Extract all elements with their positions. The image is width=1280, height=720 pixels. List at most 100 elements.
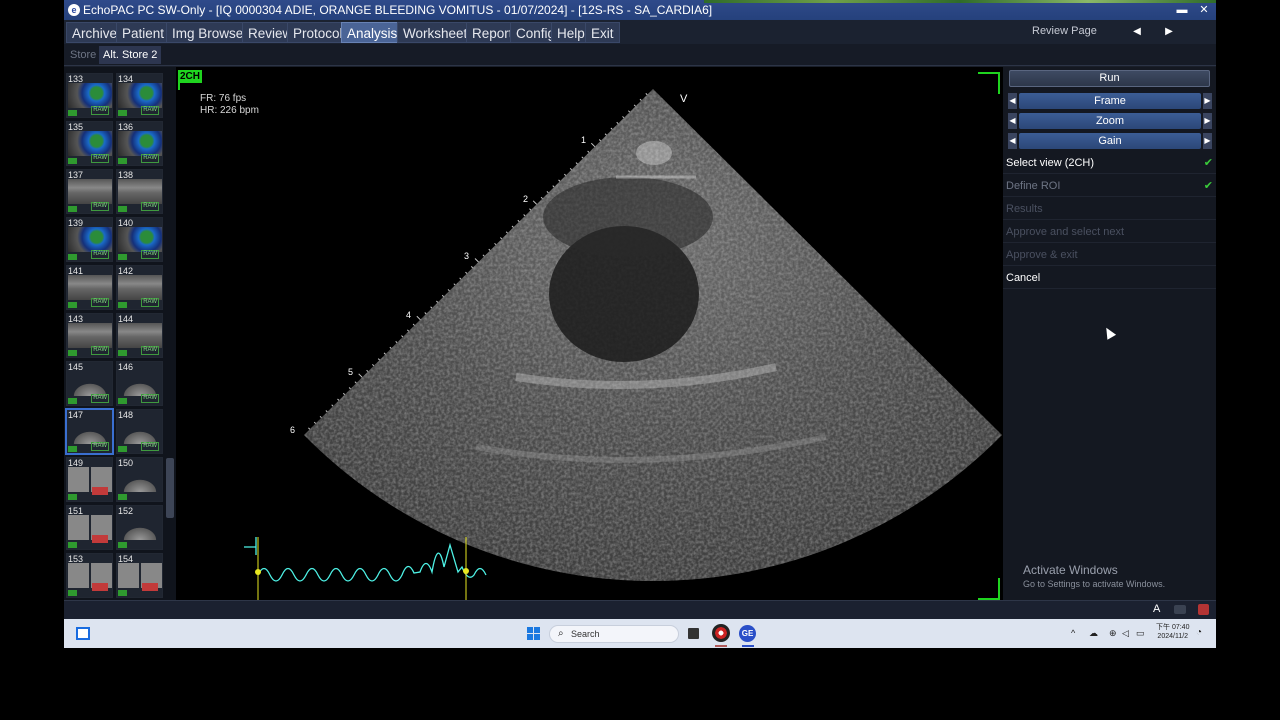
thumbnail-image — [118, 131, 162, 156]
widgets-icon[interactable] — [76, 627, 90, 640]
notification-bell-icon[interactable]: ◔ — [1196, 627, 1202, 638]
ge-app-icon[interactable]: GE — [739, 625, 756, 642]
raw-badge: RAW — [141, 154, 159, 163]
workflow-step-cancel[interactable]: Cancel — [1003, 267, 1216, 289]
store-button[interactable]: Store — [66, 46, 100, 64]
thumbnail-136[interactable]: 136 RAW — [116, 121, 163, 166]
thumbnail-141[interactable]: 141 RAW — [66, 265, 113, 310]
frame-next-icon[interactable]: ▶ — [1203, 93, 1212, 109]
frame-button[interactable]: Frame — [1019, 93, 1201, 109]
next-page-icon[interactable]: ▶ — [1155, 22, 1183, 42]
orientation-marker: V — [680, 93, 688, 105]
thumbnail-type-badge — [118, 110, 127, 116]
depth-tick — [616, 121, 619, 124]
zoom-control: ◀ Zoom ▶ — [1008, 113, 1212, 129]
frame-prev-icon[interactable]: ◀ — [1008, 93, 1017, 109]
gain-button[interactable]: Gain — [1019, 133, 1201, 149]
thumbnail-138[interactable]: 138 RAW — [116, 169, 163, 214]
thumbnail-type-badge — [118, 446, 127, 452]
menu-item-exit[interactable]: Exit — [585, 22, 620, 43]
measurement-badge — [92, 535, 108, 543]
heart-rate-readout: HR: 226 bpm — [200, 105, 259, 116]
depth-tick — [465, 271, 468, 274]
depth-tick — [552, 185, 555, 188]
raw-badge: RAW — [91, 298, 109, 307]
menu-item-worksheet[interactable]: Worksheet — [397, 22, 474, 43]
activate-windows-subtitle: Go to Settings to activate Windows. — [1023, 579, 1166, 589]
thumbnail-number: 138 — [118, 170, 134, 180]
alt-store-button[interactable]: Alt. Store 2 — [99, 46, 162, 64]
thumbnail-scrollbar[interactable] — [166, 458, 174, 518]
volume-icon[interactable]: ◁ — [1122, 628, 1129, 639]
clock[interactable]: 下午 07:40 2024/11/2 — [1156, 623, 1189, 641]
workflow-step-define-roi[interactable]: Define ROI ✔ — [1003, 175, 1216, 197]
raw-badge: RAW — [141, 394, 159, 403]
menu-item-protocol[interactable]: Protocol — [287, 22, 349, 43]
gain-up-icon[interactable]: ▶ — [1203, 133, 1212, 149]
thumbnail-number: 148 — [118, 410, 134, 420]
zoom-in-icon[interactable]: ▶ — [1203, 113, 1212, 129]
workflow-step-select-view-2ch[interactable]: Select view (2CH) ✔ — [1003, 152, 1216, 174]
thumbnail-137[interactable]: 137 RAW — [66, 169, 113, 214]
menu-item-analysis[interactable]: Analysis — [341, 22, 404, 43]
main-menu-bar: Archive Patient Img Browser Review Protocol A… — [64, 20, 1216, 44]
depth-tick — [569, 167, 572, 171]
language-icon[interactable]: ⊕ — [1109, 628, 1117, 639]
depth-tick — [358, 373, 363, 378]
thumbnail-152[interactable]: 152 — [116, 505, 163, 550]
prev-page-icon[interactable]: ◀ — [1123, 22, 1151, 42]
minimize-icon[interactable]: ▬ — [1174, 2, 1190, 18]
file-explorer-icon[interactable] — [688, 628, 699, 639]
depth-tick — [558, 179, 561, 182]
thumbnail-type-badge — [68, 590, 77, 596]
thumbnail-151[interactable]: 151 — [66, 505, 113, 550]
close-icon[interactable]: ✕ — [1196, 2, 1212, 18]
zoom-button[interactable]: Zoom — [1019, 113, 1201, 129]
thumbnail-image — [118, 275, 162, 300]
thumbnail-number: 147 — [68, 410, 84, 420]
thumbnail-153[interactable]: 153 — [66, 553, 113, 598]
network-cloud-icon[interactable]: ☁ — [1089, 628, 1098, 639]
user-status-icon[interactable] — [1198, 604, 1209, 615]
thumbnail-149[interactable]: 149 — [66, 457, 113, 502]
thumbnail-type-badge — [118, 350, 127, 356]
workflow-step-label: Cancel — [1006, 272, 1041, 284]
thumbnail-150[interactable]: 150 — [116, 457, 163, 502]
start-icon[interactable] — [527, 627, 540, 640]
depth-tick — [604, 133, 607, 136]
menu-item-archive[interactable]: Archive — [66, 22, 124, 43]
tray-chevron-icon[interactable]: ^ — [1071, 628, 1075, 638]
thumbnail-number: 154 — [118, 554, 134, 564]
thumbnail-139[interactable]: 139 RAW — [66, 217, 113, 262]
depth-tick — [622, 116, 625, 119]
font-icon[interactable]: A — [1153, 603, 1160, 615]
image-viewer[interactable]: 2CH FR: 76 fps HR: 226 bpm V 1 2 3 4 5 6 — [176, 67, 1003, 600]
raw-badge: RAW — [141, 346, 159, 355]
gain-down-icon[interactable]: ◀ — [1008, 133, 1017, 149]
thumbnail-147[interactable]: 147 RAW — [66, 409, 113, 454]
thumbnail-148[interactable]: 148 RAW — [116, 409, 163, 454]
thumbnail-133[interactable]: 133 RAW — [66, 73, 113, 118]
taskbar-search-input[interactable]: ⌕ Search — [549, 625, 679, 643]
zoom-out-icon[interactable]: ◀ — [1008, 113, 1017, 129]
thumbnail-144[interactable]: 144 RAW — [116, 313, 163, 358]
workflow-step-label: Results — [1006, 203, 1043, 215]
thumbnail-146[interactable]: 146 RAW — [116, 361, 163, 406]
thumbnail-142[interactable]: 142 RAW — [116, 265, 163, 310]
thumbnail-type-badge — [68, 158, 77, 164]
thumbnail-145[interactable]: 145 RAW — [66, 361, 113, 406]
echopac-app-icon[interactable] — [712, 624, 730, 642]
raw-badge: RAW — [141, 250, 159, 259]
menu-item-patient[interactable]: Patient — [116, 22, 171, 43]
run-button[interactable]: Run — [1009, 70, 1210, 87]
menu-item-img-browser[interactable]: Img Browser — [166, 22, 254, 43]
thumbnail-134[interactable]: 134 RAW — [116, 73, 163, 118]
keyboard-icon[interactable] — [1174, 605, 1186, 614]
depth-mark: 3 — [464, 251, 470, 261]
thumbnail-135[interactable]: 135 RAW — [66, 121, 113, 166]
thumbnail-143[interactable]: 143 RAW — [66, 313, 113, 358]
depth-mark: 6 — [290, 425, 296, 435]
battery-icon[interactable]: ▭ — [1136, 628, 1145, 639]
thumbnail-140[interactable]: 140 RAW — [116, 217, 163, 262]
thumbnail-154[interactable]: 154 — [116, 553, 163, 598]
